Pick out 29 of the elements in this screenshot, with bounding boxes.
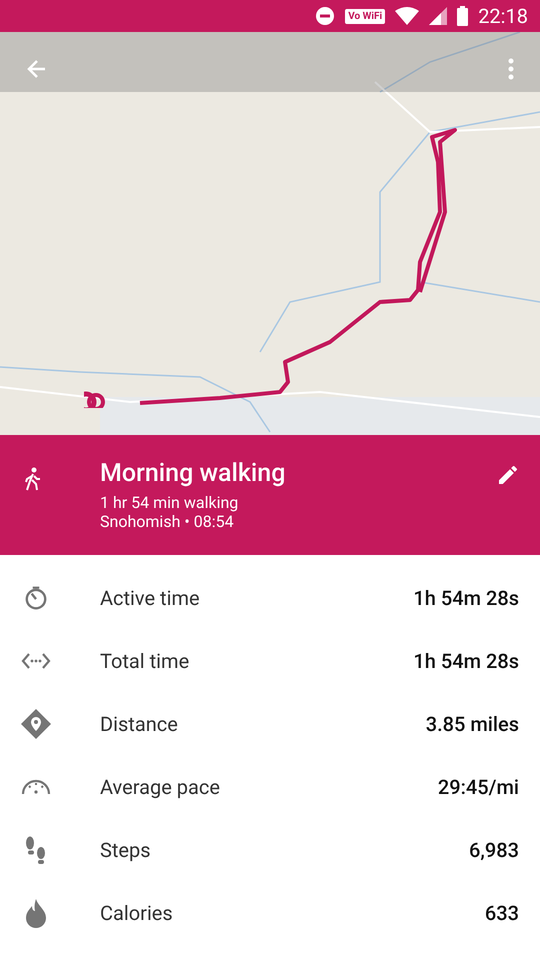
activity-title: Morning walking: [100, 459, 286, 489]
gauge-icon: [21, 778, 51, 796]
stat-value: 6,983: [469, 836, 520, 864]
do-not-disturb-icon: [315, 6, 336, 26]
stat-value: 3.85 miles: [426, 710, 520, 738]
stat-value: 1h 54m 28s: [413, 648, 520, 674]
more-vertical-icon: [508, 58, 514, 80]
stat-label: Active time: [100, 584, 201, 612]
stat-label: Steps: [100, 836, 152, 864]
stat-value: 29:45/mi: [438, 774, 520, 800]
flame-icon: [24, 898, 48, 928]
vowifi-badge: Vo WiFi: [345, 8, 386, 24]
activity-summary: 1 hr 54 min walking: [100, 493, 240, 512]
stat-label: Distance: [100, 710, 179, 738]
activity-location-time: Snohomish • 08:54: [100, 512, 235, 531]
wifi-icon: [395, 7, 420, 25]
stat-value: 633: [484, 900, 520, 926]
cell-signal-icon: [429, 7, 448, 25]
clock-time: 22:18: [478, 3, 528, 30]
stat-label: Total time: [100, 648, 190, 674]
stat-label: Average pace: [100, 774, 221, 800]
pencil-icon: [496, 463, 520, 487]
walking-person-icon: [24, 467, 42, 491]
stat-label: Calories: [100, 900, 174, 926]
battery-icon: [457, 6, 468, 26]
arrows-dots-icon: [21, 650, 51, 670]
timer-icon: [23, 584, 49, 610]
location-diamond-icon: [20, 708, 52, 740]
stat-value: 1h 54m 28s: [413, 584, 520, 612]
